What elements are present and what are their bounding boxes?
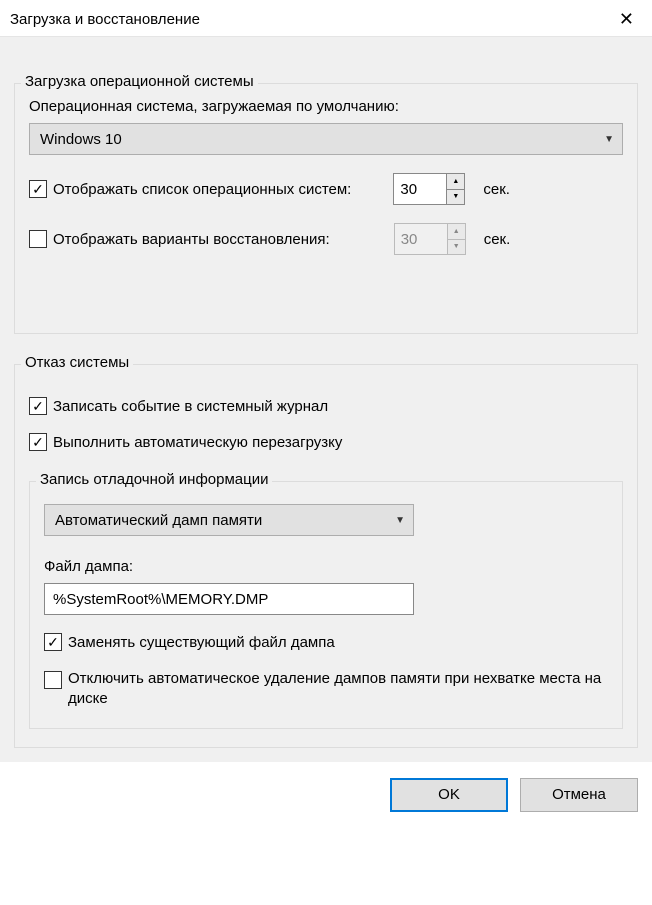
window-title: Загрузка и восстановление: [10, 11, 200, 28]
titlebar: Загрузка и восстановление ✕: [0, 0, 652, 36]
show-recovery-checkbox[interactable]: [29, 230, 47, 248]
show-os-list-checkbox[interactable]: [29, 180, 47, 198]
default-os-value: Windows 10: [40, 131, 122, 148]
button-row: OK Отмена: [0, 762, 652, 812]
write-event-row: Записать событие в системный журнал: [29, 397, 623, 415]
ok-button[interactable]: OK: [390, 778, 508, 812]
auto-restart-row: Выполнить автоматическую перезагрузку: [29, 433, 623, 451]
dump-file-label: Файл дампа:: [44, 558, 608, 575]
write-event-checkbox[interactable]: [29, 397, 47, 415]
disable-auto-delete-row: Отключить автоматическое удаление дампов…: [44, 669, 608, 710]
group-startup-legend: Загрузка операционной системы: [21, 73, 258, 90]
spinner-buttons: ▲ ▼: [446, 174, 464, 204]
spinner-down-icon[interactable]: ▼: [447, 190, 464, 205]
show-os-list-value[interactable]: 30: [394, 174, 446, 204]
show-os-list-spinner[interactable]: 30 ▲ ▼: [393, 173, 465, 205]
dialog-body: Загрузка операционной системы Операционн…: [0, 36, 652, 762]
cancel-button-label: Отмена: [552, 786, 606, 803]
spinner-up-icon: ▲: [448, 224, 465, 240]
show-recovery-spinner: 30 ▲ ▼: [394, 223, 466, 255]
seconds-unit-2: сек.: [484, 231, 511, 248]
dump-type-value: Автоматический дамп памяти: [55, 512, 262, 529]
group-startup: Загрузка операционной системы Операционн…: [14, 83, 638, 334]
chevron-down-icon: ▼: [395, 515, 405, 526]
group-failure-legend: Отказ системы: [21, 354, 133, 371]
seconds-unit-1: сек.: [483, 181, 510, 198]
dump-file-section: Файл дампа:: [44, 558, 608, 615]
default-os-select[interactable]: Windows 10 ▼: [29, 123, 623, 155]
default-os-label: Операционная система, загружаемая по умо…: [29, 98, 623, 115]
show-os-list-label[interactable]: Отображать список операционных систем:: [53, 181, 351, 198]
disable-auto-delete-checkbox[interactable]: [44, 671, 62, 689]
cancel-button[interactable]: Отмена: [520, 778, 638, 812]
dump-file-input[interactable]: [44, 583, 414, 615]
disable-auto-delete-label[interactable]: Отключить автоматическое удаление дампов…: [68, 669, 608, 710]
show-recovery-value: 30: [395, 224, 447, 254]
show-os-list-row: Отображать список операционных систем: 3…: [29, 173, 623, 205]
write-event-label[interactable]: Записать событие в системный журнал: [53, 398, 328, 415]
overwrite-row: Заменять существующий файл дампа: [44, 633, 608, 651]
chevron-down-icon: ▼: [604, 134, 614, 145]
overwrite-label[interactable]: Заменять существующий файл дампа: [68, 634, 335, 651]
spinner-up-icon[interactable]: ▲: [447, 174, 464, 190]
auto-restart-checkbox[interactable]: [29, 433, 47, 451]
spinner-buttons-disabled: ▲ ▼: [447, 224, 465, 254]
group-debug-info-legend: Запись отладочной информации: [36, 471, 272, 488]
show-recovery-label[interactable]: Отображать варианты восстановления:: [53, 231, 330, 248]
close-icon[interactable]: ✕: [613, 8, 640, 30]
group-failure: Отказ системы Записать событие в системн…: [14, 364, 638, 748]
spinner-down-icon: ▼: [448, 240, 465, 255]
dump-type-select[interactable]: Автоматический дамп памяти ▼: [44, 504, 414, 536]
show-recovery-row: Отображать варианты восстановления: 30 ▲…: [29, 223, 623, 255]
auto-restart-label[interactable]: Выполнить автоматическую перезагрузку: [53, 434, 342, 451]
ok-button-label: OK: [438, 786, 460, 803]
group-debug-info: Запись отладочной информации Автоматичес…: [29, 481, 623, 729]
overwrite-checkbox[interactable]: [44, 633, 62, 651]
